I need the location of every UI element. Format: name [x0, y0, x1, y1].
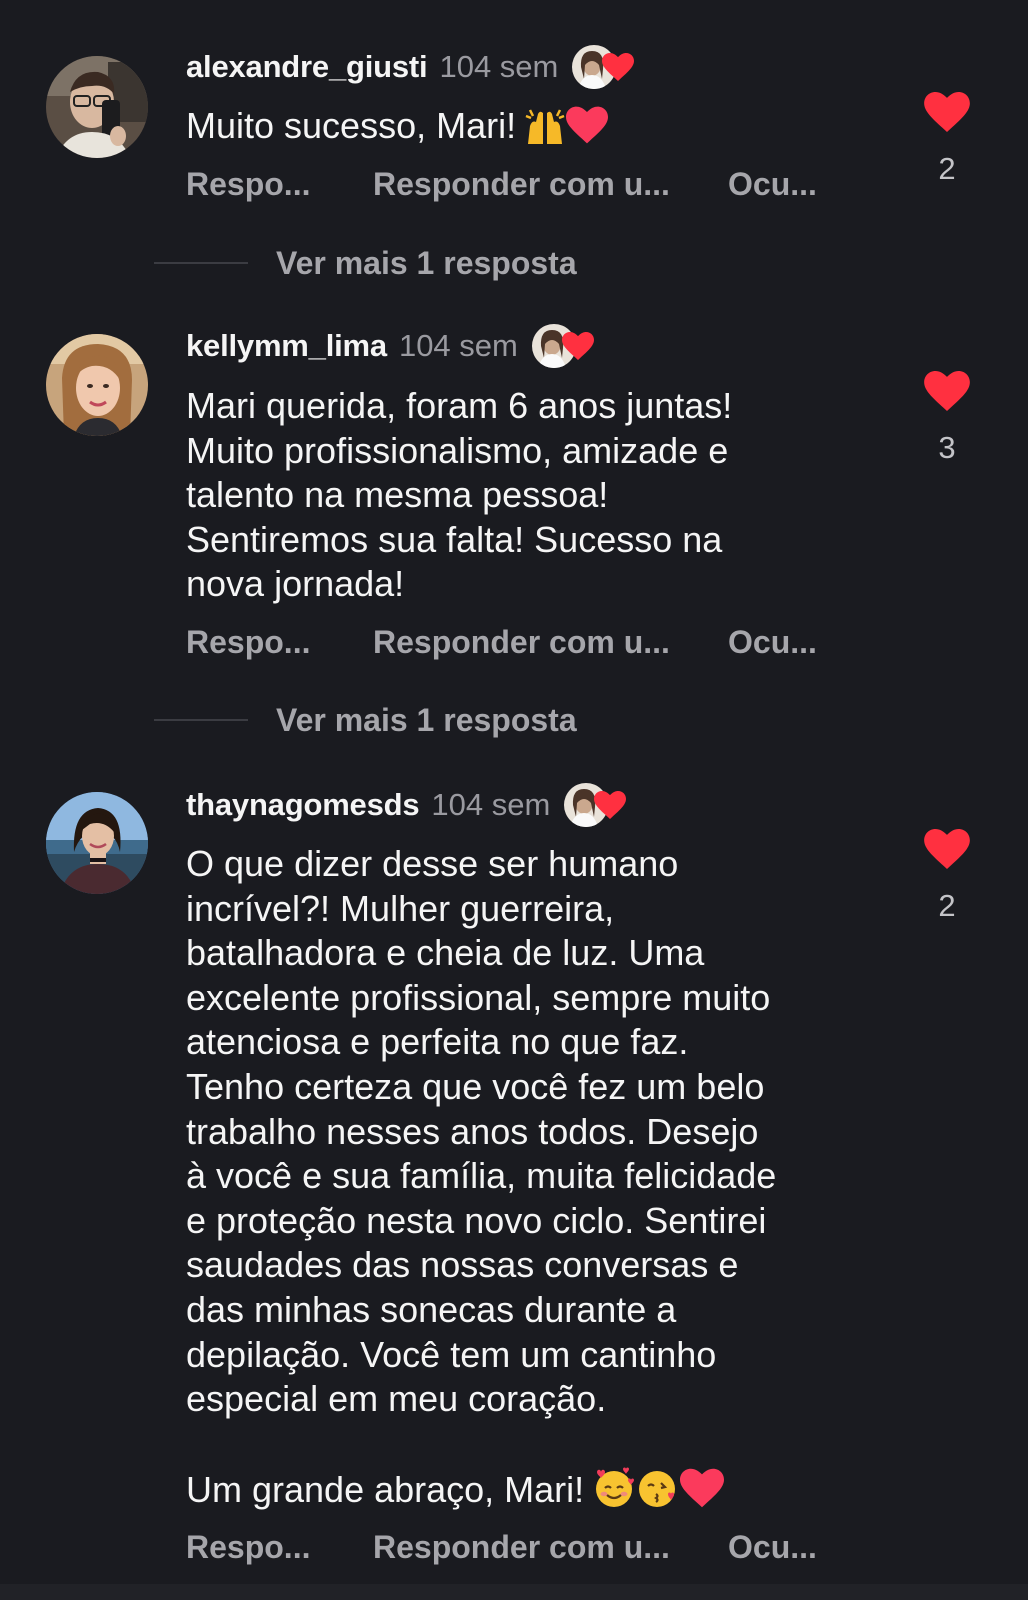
comment-line: Muito profissionalismo, amizade e — [186, 429, 729, 471]
avatar[interactable] — [46, 792, 148, 894]
like-button[interactable]: 3 — [922, 371, 972, 466]
comment-line: Tenho certeza que você fez um belo — [186, 1065, 765, 1107]
comment-text: Mari querida, foram 6 anos juntas! Muito… — [186, 384, 886, 607]
raising-hands-emoji — [525, 109, 565, 144]
author-liked-badge — [564, 783, 628, 827]
like-button[interactable]: 2 — [922, 829, 972, 924]
comment-line: incrível?! Mulher guerreira, — [186, 887, 615, 929]
hide-button[interactable]: Ocu... — [728, 624, 817, 661]
comment-text: Muito sucesso, Mari! — [186, 104, 886, 149]
comment-line: depilação. Você tem um cantinho — [186, 1333, 717, 1375]
comment-line: talento na mesma pessoa! — [186, 474, 609, 516]
comment-line: e proteção nesta novo ciclo. Sentirei — [186, 1199, 767, 1241]
view-more-replies-label[interactable]: Ver mais 1 resposta — [276, 702, 577, 739]
heart-icon — [924, 92, 970, 132]
like-count: 2 — [938, 151, 956, 186]
hide-button[interactable]: Ocu... — [728, 166, 817, 203]
like-button[interactable]: 2 — [922, 92, 972, 187]
divider — [154, 262, 248, 264]
emoji-group — [592, 1466, 725, 1510]
username[interactable]: alexandre_giusti — [186, 49, 428, 85]
comment-line: Sentiremos sua falta! Sucesso na — [186, 518, 723, 560]
comment-line: excelente profissional, sempre muito — [186, 976, 771, 1018]
username[interactable]: kellymm_lima — [186, 328, 387, 364]
timestamp: 104 sem — [439, 49, 559, 84]
comment-line: Mari querida, foram 6 anos juntas! — [186, 385, 733, 426]
reply-button[interactable]: Respo... — [186, 1529, 310, 1566]
view-more-replies[interactable]: Ver mais 1 resposta — [154, 243, 577, 283]
emoji-group — [524, 104, 609, 146]
face-blowing-kiss-emoji — [639, 1471, 676, 1508]
heart-icon — [594, 791, 627, 824]
comment-text: O que dizer desse ser humano incrível?! … — [186, 842, 886, 1513]
red-heart-emoji — [680, 1469, 725, 1508]
timestamp: 104 sem — [398, 328, 518, 363]
comment-line: saudades das nossas conversas e — [186, 1244, 739, 1286]
divider — [154, 719, 248, 721]
avatar[interactable] — [46, 334, 148, 436]
comment-line: à você e sua família, muita felicidade — [186, 1155, 777, 1197]
comment-line: Muito sucesso, Mari! — [186, 105, 517, 146]
reply-with-button[interactable]: Responder com u... — [373, 624, 670, 661]
author-liked-badge — [572, 45, 636, 89]
like-count: 2 — [938, 888, 956, 923]
heart-icon — [602, 53, 635, 86]
author-liked-badge — [531, 324, 596, 368]
reply-button[interactable]: Respo... — [186, 624, 310, 661]
red-heart-emoji — [566, 106, 609, 144]
comment-line: trabalho nesses anos todos. Desejo — [186, 1110, 759, 1152]
avatar[interactable] — [46, 56, 148, 158]
reply-with-button[interactable]: Responder com u... — [373, 166, 670, 203]
timestamp: 104 sem — [431, 787, 551, 822]
reply-button[interactable]: Respo... — [186, 166, 310, 203]
heart-icon — [924, 829, 970, 869]
comment-line: atenciosa e perfeita no que faz. — [186, 1021, 689, 1063]
reply-with-button[interactable]: Responder com u... — [373, 1529, 670, 1566]
view-more-replies[interactable]: Ver mais 1 resposta — [154, 700, 577, 740]
bottom-edge — [0, 1584, 1028, 1600]
like-count: 3 — [938, 430, 956, 465]
heart-icon — [924, 371, 970, 411]
comment-line: Um grande abraço, Mari! — [186, 1469, 585, 1511]
comment-line: especial em meu coração. — [186, 1378, 607, 1420]
comment-line: O que dizer desse ser humano — [186, 843, 679, 884]
comment-line: das minhas sonecas durante a — [186, 1288, 677, 1330]
view-more-replies-label[interactable]: Ver mais 1 resposta — [276, 245, 577, 282]
smiling-face-with-hearts-emoji — [596, 1467, 635, 1508]
heart-icon — [561, 332, 594, 365]
comment-line: nova jornada! — [186, 563, 405, 605]
hide-button[interactable]: Ocu... — [728, 1529, 817, 1566]
username[interactable]: thaynagomesds — [186, 787, 420, 823]
comment-line: batalhadora e cheia de luz. Uma — [186, 932, 705, 974]
